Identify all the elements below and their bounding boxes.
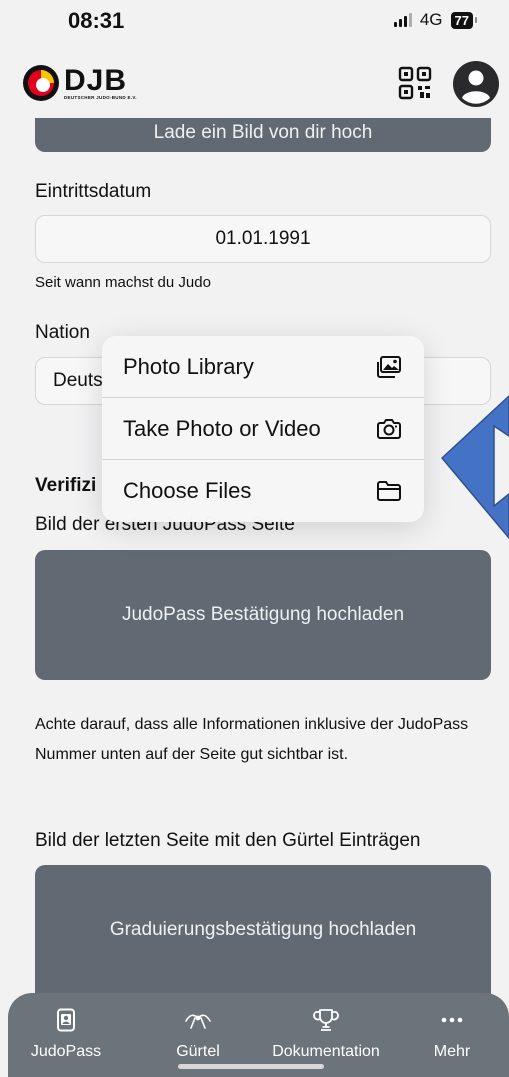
entry-date-hint: Seit wann machst du Judo	[35, 274, 211, 291]
menu-item-take-photo[interactable]: Take Photo or Video	[102, 398, 424, 460]
menu-item-choose-files[interactable]: Choose Files	[102, 460, 424, 522]
visibility-note: Achte darauf, dass alle Informationen in…	[35, 716, 469, 763]
entry-date-field[interactable]: 01.01.1991	[35, 215, 491, 263]
tab-label: JudoPass	[30, 1043, 102, 1060]
nation-label: Nation	[35, 322, 90, 343]
camera-icon	[377, 418, 401, 439]
menu-item-photo-library[interactable]: Photo Library	[102, 336, 424, 398]
signal-icon	[393, 13, 412, 27]
id-card-icon	[57, 1008, 75, 1032]
logo-subtitle: DEUTSCHER JUDO-BUND E.V.	[64, 94, 137, 100]
status-indicators: 4G 77	[393, 10, 478, 30]
status-time: 08:31	[68, 8, 125, 33]
battery-icon: 77	[450, 11, 478, 29]
form-content[interactable]: Lade ein Bild von dir hoch Eintrittsdatu…	[0, 118, 509, 998]
network-type: 4G	[419, 10, 443, 29]
tab-label: Mehr	[433, 1043, 471, 1060]
menu-item-label: Choose Files	[123, 478, 252, 503]
menu-item-label: Photo Library	[123, 353, 254, 379]
logo-title: DJB	[64, 63, 128, 97]
grade-upload-button[interactable]: Graduierungsbestätigung hochladen	[35, 865, 491, 995]
qr-code-icon[interactable]	[398, 66, 432, 100]
more-icon	[441, 1017, 463, 1023]
verification-heading: Verifizi	[35, 475, 97, 496]
tab-label: Gürtel	[176, 1043, 220, 1060]
photo-library-icon	[377, 355, 401, 378]
trophy-icon	[313, 1009, 339, 1031]
last-page-label: Bild der letzten Seite mit den Gürtel Ei…	[35, 830, 421, 851]
profile-photo-upload-button[interactable]: Lade ein Bild von dir hoch	[35, 118, 491, 152]
tab-judopass[interactable]: JudoPass	[20, 993, 112, 1077]
file-picker-menu: Photo Library Take Photo or Video Choose…	[102, 336, 424, 522]
annotation-arrow	[441, 395, 509, 539]
djb-logo[interactable]: DJB DEUTSCHER JUDO-BUND E.V.	[22, 64, 137, 102]
judopass-upload-button[interactable]: JudoPass Bestätigung hochladen	[35, 550, 491, 680]
tab-label: Dokumentation	[272, 1043, 380, 1060]
tab-mehr[interactable]: Mehr	[422, 993, 482, 1077]
entry-date-label: Eintrittsdatum	[35, 181, 152, 202]
menu-item-label: Take Photo or Video	[123, 415, 321, 441]
belt-icon	[185, 1014, 211, 1029]
status-bar: 08:31 4G 77	[0, 0, 509, 50]
entry-date-value: 01.01.1991	[215, 228, 311, 249]
avatar[interactable]	[453, 61, 499, 107]
djb-logo-icon	[23, 65, 59, 101]
home-indicator	[178, 1064, 324, 1069]
app-header: DJB DEUTSCHER JUDO-BUND E.V.	[0, 50, 509, 118]
folder-icon	[377, 481, 401, 501]
nation-value: Deuts	[53, 370, 103, 391]
